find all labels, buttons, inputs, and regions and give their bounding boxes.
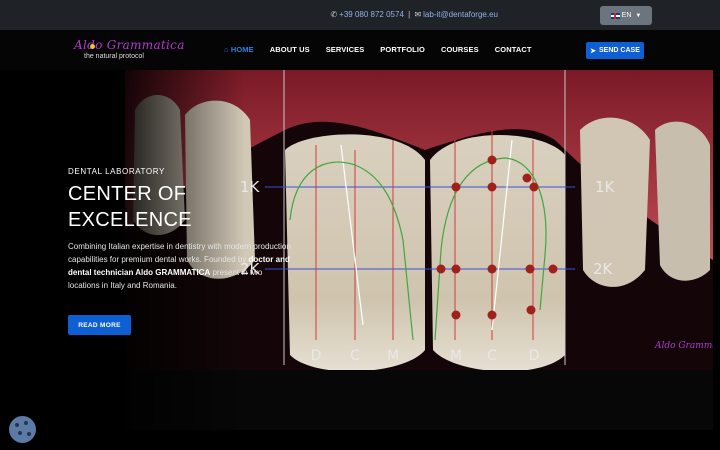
photo-watermark: Aldo Grammatica xyxy=(654,341,713,351)
hero-eyebrow: DENTAL LABORATORY xyxy=(68,167,165,176)
column-label: M xyxy=(450,348,462,364)
grid-label-2k-right: 2K xyxy=(593,260,614,278)
column-label: C xyxy=(487,348,497,364)
top-bar: ✆ +39 080 872 0574 | ✉ lab-it@dentaforge.e… xyxy=(0,0,720,30)
uk-flag-icon xyxy=(610,12,620,19)
column-label: D xyxy=(311,348,322,364)
grid-label-1k-right: 1K xyxy=(595,178,616,196)
logo-tagline: the natural protocol xyxy=(84,53,144,60)
nav-menu: ⌂ HOME ABOUT US SERVICES PORTFOLIO COURS… xyxy=(224,45,532,54)
contact-info: ✆ +39 080 872 0574 | ✉ lab-it@dentaforge.e… xyxy=(330,10,498,19)
hero-description: Combining Italian expertise in dentistry… xyxy=(68,240,292,292)
hero-title: CENTER OF EXCELENCE xyxy=(68,183,192,231)
nav-item-about[interactable]: ABOUT US xyxy=(270,45,310,54)
language-dropdown[interactable]: EN ▼ xyxy=(600,6,652,25)
nav-item-portfolio[interactable]: PORTFOLIO xyxy=(380,45,425,54)
send-case-button[interactable]: ➤ SEND CASE xyxy=(586,42,644,59)
logo-dot xyxy=(90,44,95,49)
language-label: EN xyxy=(621,12,632,19)
cookie-settings-icon[interactable] xyxy=(9,416,36,443)
phone-icon: ✆ xyxy=(330,10,338,19)
logo[interactable]: Aldo Grammatica the natural protocol xyxy=(72,36,184,64)
nav-item-contact[interactable]: CONTACT xyxy=(495,45,532,54)
nav-item-home[interactable]: ⌂ HOME xyxy=(224,45,254,54)
nav-item-courses[interactable]: COURSES xyxy=(441,45,479,54)
read-more-button[interactable]: READ MORE xyxy=(68,315,131,335)
hero-section: 1K 1K 2K 2K D C M M C D Aldo Grammatica … xyxy=(0,70,720,450)
phone-link[interactable]: +39 080 872 0574 xyxy=(339,10,404,19)
email-link[interactable]: lab-it@dentaforge.eu xyxy=(423,10,498,19)
column-label: M xyxy=(387,348,399,364)
column-label: D xyxy=(529,348,540,364)
envelope-icon: ✉ xyxy=(414,10,422,19)
separator: | xyxy=(408,10,411,19)
caret-down-icon: ▼ xyxy=(635,12,642,19)
column-label: C xyxy=(350,348,360,364)
main-nav: Aldo Grammatica the natural protocol ⌂ H… xyxy=(0,30,720,70)
home-icon: ⌂ xyxy=(224,45,231,54)
paper-plane-icon: ➤ xyxy=(590,47,597,55)
nav-item-services[interactable]: SERVICES xyxy=(326,45,365,54)
send-case-label: SEND CASE xyxy=(599,47,640,54)
nav-label: HOME xyxy=(230,45,254,54)
